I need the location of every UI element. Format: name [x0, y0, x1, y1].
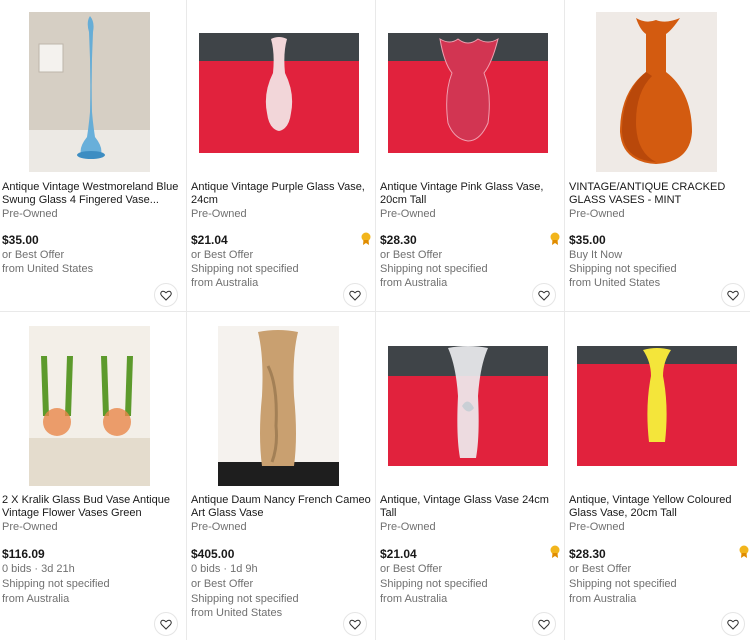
listing-title[interactable]: Antique, Vintage Yellow Coloured Glass V… [569, 494, 750, 520]
listing-detail: Shipping not specified [569, 578, 677, 590]
listing-card[interactable]: VINTAGE/ANTIQUE CRACKED GLASS VASES - MI… [567, 0, 750, 311]
listing-image[interactable] [218, 326, 339, 486]
top-rated-seller-icon [550, 232, 560, 245]
listing-condition: Pre-Owned [569, 521, 625, 533]
divider [564, 0, 565, 640]
listing-detail: or Best Offer [191, 578, 254, 590]
watch-heart-icon[interactable] [721, 612, 745, 636]
listing-card[interactable]: Antique, Vintage Glass Vase 24cm Tall Pr… [378, 312, 564, 640]
listing-detail: or Best Offer [380, 563, 443, 575]
watch-heart-icon[interactable] [343, 283, 367, 307]
listing-detail: or Best Offer [191, 249, 254, 261]
listing-title[interactable]: Antique, Vintage Glass Vase 24cm Tall [380, 494, 562, 520]
listing-condition: Pre-Owned [191, 521, 247, 533]
watch-heart-icon[interactable] [532, 612, 556, 636]
listing-price: $21.04 [191, 233, 228, 247]
listing-price: $405.00 [191, 547, 235, 561]
listing-detail: 0 bids · 1d 9h [191, 563, 258, 575]
listing-price: $21.04 [380, 547, 417, 561]
listing-detail: Shipping not specified [191, 263, 299, 275]
listing-detail: from Australia [191, 277, 259, 289]
listing-detail: from Australia [2, 593, 70, 605]
listing-detail: Shipping not specified [2, 578, 110, 590]
listing-price: $28.30 [569, 547, 606, 561]
top-rated-seller-icon [739, 545, 749, 558]
watch-heart-icon[interactable] [154, 612, 178, 636]
listing-condition: Pre-Owned [191, 208, 247, 220]
listing-card[interactable]: Antique, Vintage Yellow Coloured Glass V… [567, 312, 750, 640]
watch-heart-icon[interactable] [154, 283, 178, 307]
watch-heart-icon[interactable] [721, 283, 745, 307]
listing-card[interactable]: Antique Vintage Westmoreland Blue Swung … [0, 0, 186, 311]
listing-title[interactable]: Antique Vintage Purple Glass Vase, 24cm [191, 181, 373, 207]
listing-image[interactable] [596, 12, 717, 172]
listing-title[interactable]: Antique Daum Nancy French Cameo Art Glas… [191, 494, 373, 520]
listing-image[interactable] [577, 346, 737, 466]
listing-card[interactable]: Antique Vintage Pink Glass Vase, 20cm Ta… [378, 0, 564, 311]
listing-detail: Buy It Now [569, 249, 623, 261]
listing-price: $28.30 [380, 233, 417, 247]
listing-condition: Pre-Owned [2, 208, 58, 220]
listing-price: $116.09 [2, 547, 45, 561]
listing-detail: from Australia [380, 277, 448, 289]
listing-price: $35.00 [569, 233, 606, 247]
listing-image[interactable] [199, 33, 359, 153]
listing-detail: Shipping not specified [380, 578, 488, 590]
listing-detail: or Best Offer [2, 249, 65, 261]
listing-card[interactable]: Antique Vintage Purple Glass Vase, 24cm … [189, 0, 375, 311]
listing-detail: from United States [2, 263, 94, 275]
listing-grid: Antique Vintage Westmoreland Blue Swung … [0, 0, 750, 640]
listing-title[interactable]: 2 X Kralik Glass Bud Vase Antique Vintag… [2, 494, 184, 520]
divider [375, 0, 376, 640]
top-rated-seller-icon [550, 545, 560, 558]
watch-heart-icon[interactable] [532, 283, 556, 307]
listing-detail: Shipping not specified [191, 593, 299, 605]
listing-card[interactable]: Antique Daum Nancy French Cameo Art Glas… [189, 312, 375, 640]
listing-detail: from Australia [569, 593, 637, 605]
listing-card[interactable]: 2 X Kralik Glass Bud Vase Antique Vintag… [0, 312, 186, 640]
divider [186, 0, 187, 640]
listing-image[interactable] [29, 326, 150, 486]
listing-detail: from United States [569, 277, 661, 289]
listing-image[interactable] [388, 346, 548, 466]
listing-detail: from Australia [380, 593, 448, 605]
listing-image[interactable] [388, 33, 548, 153]
listing-detail: or Best Offer [380, 249, 443, 261]
listing-image[interactable] [29, 12, 150, 172]
listing-detail: Shipping not specified [380, 263, 488, 275]
listing-detail: 0 bids · 3d 21h [2, 563, 75, 575]
listing-condition: Pre-Owned [380, 208, 436, 220]
listing-detail: Shipping not specified [569, 263, 677, 275]
top-rated-seller-icon [361, 232, 371, 245]
listing-condition: Pre-Owned [569, 208, 625, 220]
watch-heart-icon[interactable] [343, 612, 367, 636]
listing-detail: from United States [191, 607, 283, 619]
listing-condition: Pre-Owned [380, 521, 436, 533]
listing-title[interactable]: VINTAGE/ANTIQUE CRACKED GLASS VASES - MI… [569, 181, 750, 207]
listing-title[interactable]: Antique Vintage Pink Glass Vase, 20cm Ta… [380, 181, 562, 207]
listing-condition: Pre-Owned [2, 521, 58, 533]
listing-title[interactable]: Antique Vintage Westmoreland Blue Swung … [2, 181, 184, 207]
listing-price: $35.00 [2, 233, 39, 247]
listing-detail: or Best Offer [569, 563, 632, 575]
